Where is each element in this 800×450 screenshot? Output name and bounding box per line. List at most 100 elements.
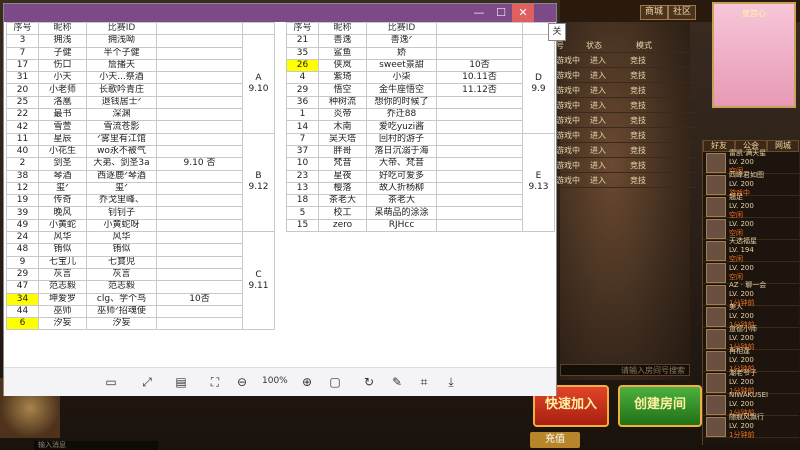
friend-avatar [706, 174, 726, 195]
room-status: 游戏中 [556, 160, 580, 170]
cell-nickname: 铕似 [38, 243, 87, 257]
table-row: 15 zero RJHcc [286, 218, 555, 233]
room-mode: 竞技 [630, 85, 646, 95]
room-status: 游戏中 [556, 145, 580, 155]
room-row[interactable]: 游戏中 进入 竞技 [556, 128, 696, 143]
header-no: 序号 [6, 21, 39, 36]
room-row[interactable]: 游戏中 进入 竞技 [556, 173, 696, 188]
cell-no: 15 [286, 218, 319, 233]
room-search-input[interactable]: 请输入房间号搜索 [560, 364, 690, 376]
friend-level: LV. 200 [729, 400, 754, 408]
ocr-icon[interactable]: ▤ [174, 375, 188, 389]
table-row: 18 茶老大 茶老大 [286, 194, 555, 208]
cell-note [156, 304, 243, 319]
cell-nickname: 鲨鱼 [318, 46, 367, 60]
table-row: 40 小花生 wo永不被气 [6, 144, 275, 159]
player-name: 皇宫心 [742, 9, 766, 18]
friend-avatar [706, 328, 726, 349]
chat-input[interactable]: 输入消息 [34, 441, 158, 450]
cell-note [156, 95, 243, 110]
zoom-out-icon[interactable]: ⊖ [235, 375, 249, 389]
table-row: 13 樱落 故人折杨柳 [286, 181, 555, 196]
friend-name: 美人 [729, 303, 743, 311]
cell-nickname: zero [318, 218, 367, 233]
cell-match-id: ᐟ雾里有江馆 [86, 132, 157, 146]
room-status: 游戏中 [556, 115, 580, 125]
room-row[interactable]: 游戏中 进入 竞技 [556, 113, 696, 128]
actual-size-icon[interactable]: ⛶ [208, 375, 222, 389]
friend-name: 天选福星 [729, 237, 757, 245]
table-row: 23 星夜 好吃可爱多 [286, 169, 555, 183]
cell-no: 12 [6, 181, 39, 196]
cell-note [436, 206, 523, 220]
download-icon[interactable]: ⤓ [444, 375, 458, 389]
room-enter: 进入 [590, 85, 606, 95]
cell-match-id: 茶老大 [366, 194, 437, 208]
table-row: 17 伤口 詹播天 [6, 58, 275, 73]
cell-match-id: 乔戈里峰、 [86, 194, 157, 208]
zoom-in-icon[interactable]: ⊕ [300, 375, 314, 389]
cell-match-id: 汐妄 [86, 317, 157, 331]
close-button[interactable]: ✕ [512, 4, 534, 22]
cell-nickname: 木南 [318, 120, 367, 134]
cell-note [156, 243, 243, 257]
room-row[interactable]: 游戏中 进入 竞技 [556, 98, 696, 113]
friend-level: LV. 194 [729, 246, 754, 254]
room-row[interactable]: 游戏中 进入 竞技 [556, 143, 696, 158]
rotate-icon[interactable]: ↻ [362, 375, 376, 389]
cell-match-id: 小天...祭酒 [86, 71, 157, 85]
fit-screen-icon[interactable]: ⤢ [140, 375, 154, 389]
friend-item[interactable]: 天选福星 LV. 194 空闲 [703, 237, 799, 263]
cell-note [436, 157, 523, 171]
recharge-button[interactable]: 充值 [530, 432, 580, 448]
cell-nickname: 灰言 [38, 267, 87, 282]
cell-note [436, 132, 523, 146]
cell-match-id: 大弟、剑圣3a [86, 157, 157, 171]
cell-no: 19 [6, 194, 39, 208]
community-button[interactable]: 社区 [668, 5, 697, 20]
create-room-button[interactable]: 创建房间 [618, 385, 702, 427]
cell-no: 13 [286, 181, 319, 196]
cell-no: 7 [6, 46, 39, 60]
room-list-header: 号 [556, 40, 564, 50]
room-enter: 进入 [590, 100, 606, 110]
cell-nickname: 胖哥 [318, 144, 367, 159]
cell-nickname: 种树流 [318, 95, 367, 110]
cell-nickname: 紫琦 [318, 71, 367, 85]
table-row: 24 风华 风华 C 9.11 [6, 231, 275, 331]
cell-no: 14 [286, 120, 319, 134]
friend-avatar [706, 416, 726, 437]
room-mode: 竞技 [630, 55, 646, 65]
player-avatar[interactable]: 皇宫心 [712, 2, 796, 108]
room-mode: 竞技 [630, 145, 646, 155]
room-row[interactable]: 游戏中 进入 竞技 [556, 68, 696, 83]
minimize-button[interactable]: — [468, 4, 490, 22]
cell-match-id: 半个子健 [86, 46, 157, 60]
room-list-header: 模式 [636, 40, 652, 50]
cell-no: 34 [6, 292, 39, 306]
room-row[interactable]: 游戏中 进入 竞技 [556, 83, 696, 98]
cell-nickname: 星辰 [38, 132, 87, 146]
cell-match-id: wo永不被气 [86, 144, 157, 159]
maximize-button[interactable]: ☐ [490, 4, 512, 22]
cell-note [156, 71, 243, 85]
cell-match-id: clg、学个鸟 [86, 292, 157, 306]
cell-no: 31 [6, 71, 39, 85]
title-bar[interactable]: — ☐ ✕ [4, 4, 556, 22]
cell-no: 25 [6, 95, 39, 110]
cell-nickname: 梵音 [318, 157, 367, 171]
thumbnails-icon[interactable]: ▭ [104, 375, 118, 389]
one-to-one-icon[interactable]: ▢ [328, 375, 342, 389]
table-row: 49 小黄蛇 小黄蛇呀 [6, 218, 275, 233]
room-row[interactable]: 游戏中 进入 竞技 [556, 158, 696, 173]
shop-button[interactable]: 商城 [640, 5, 669, 20]
crop-icon[interactable]: ⌗ [417, 375, 431, 389]
friend-item[interactable]: 随痕风飘行 LV. 200 1分钟前 [703, 413, 799, 439]
friend-name: NIWAKUSEI [729, 391, 769, 399]
room-row[interactable]: 游戏中 进入 竞技 [556, 53, 696, 68]
cell-match-id: 大帝、梵音 [366, 157, 437, 171]
right-schedule-table: 序号 昵称 比赛ID 21 善逸 善逸ᐟ D 9.9 35 鲨鱼娇 26 侠岚 sweet景甜 10否 4 紫… [286, 21, 555, 233]
edit-icon[interactable]: ✎ [390, 375, 404, 389]
cell-no: 47 [6, 280, 39, 294]
friend-item[interactable]: 翘足 LV. 200 空闲 [703, 193, 799, 219]
